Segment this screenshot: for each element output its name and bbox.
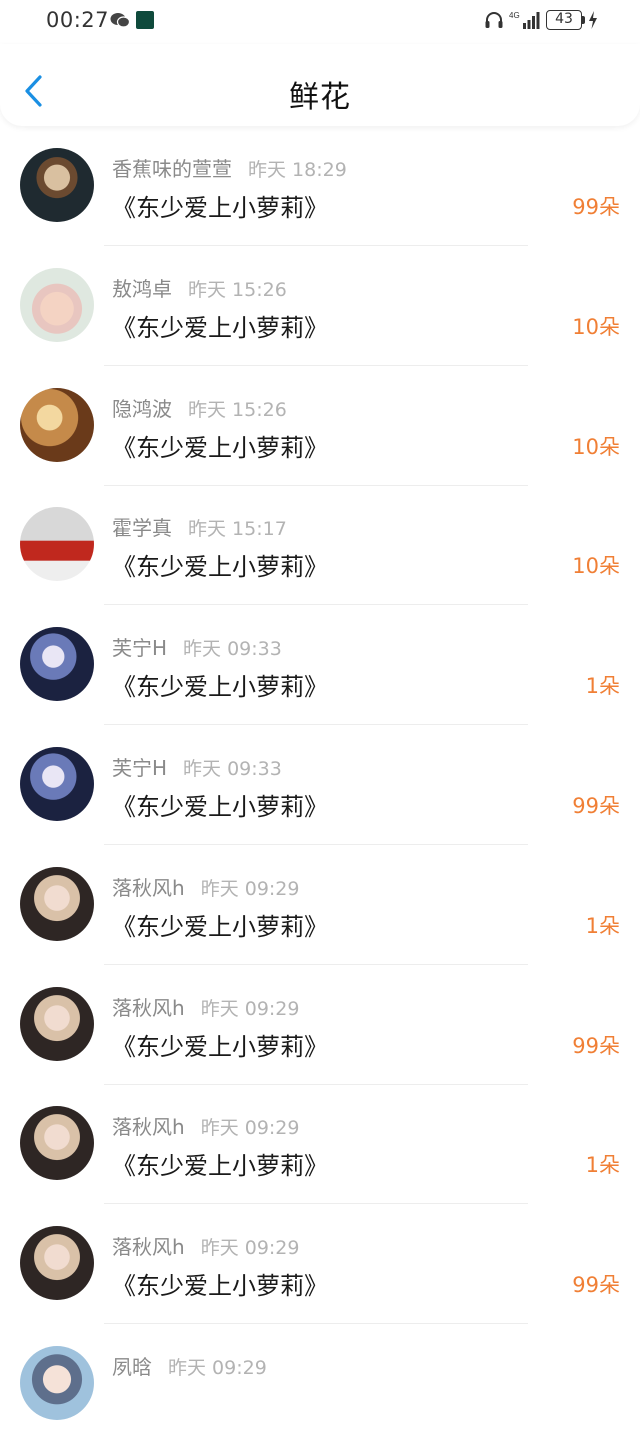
list-item[interactable]: 夙晗 昨天 09:29: [0, 1324, 640, 1444]
user-name[interactable]: 香蕉味的萱萱: [112, 157, 232, 181]
user-line: 香蕉味的萱萱 昨天 18:29: [112, 153, 347, 182]
avatar[interactable]: [20, 148, 94, 222]
wechat-icon: [110, 13, 130, 28]
flower-count: 10朵: [572, 314, 620, 339]
work-title: 《东少爱上小萝莉》: [112, 912, 328, 941]
avatar[interactable]: [20, 507, 94, 582]
user-name[interactable]: 夙晗: [112, 1355, 152, 1379]
user-line: 落秋风h 昨天 09:29: [112, 872, 299, 901]
nav-bar: 鲜花: [0, 44, 640, 126]
list-item[interactable]: 霍学真 昨天 15:17 《东少爱上小萝莉》 10朵: [0, 485, 640, 606]
network-label: 4G: [509, 11, 520, 20]
list-item[interactable]: 落秋风h 昨天 09:29 《东少爱上小萝莉》 1朵: [0, 845, 640, 965]
user-name[interactable]: 敖鸿卓: [112, 277, 172, 301]
list-item[interactable]: 落秋风h 昨天 09:29 《东少爱上小萝莉》 99朵: [0, 965, 640, 1085]
list-item[interactable]: 香蕉味的萱萱 昨天 18:29 《东少爱上小萝莉》 99朵: [0, 126, 640, 246]
user-name[interactable]: 落秋风h: [112, 1235, 185, 1259]
gift-time: 昨天 15:26: [188, 278, 287, 301]
status-time: 00:27: [46, 8, 110, 32]
gift-time: 昨天 15:26: [188, 398, 287, 421]
flower-count: 1朵: [585, 1153, 620, 1178]
gift-time: 昨天 09:29: [168, 1356, 267, 1379]
flower-count: 10朵: [572, 554, 620, 579]
user-name[interactable]: 芙宁H: [112, 756, 167, 780]
user-name[interactable]: 隐鸿波: [112, 397, 172, 421]
flower-count: 99朵: [572, 195, 620, 219]
app-icon: [136, 11, 154, 29]
work-title: 《东少爱上小萝莉》: [112, 1272, 328, 1301]
list-item[interactable]: 芙宁H 昨天 09:33 《东少爱上小萝莉》 1朵: [0, 605, 640, 726]
work-title: 《东少爱上小萝莉》: [112, 194, 328, 222]
work-title: 《东少爱上小萝莉》: [112, 433, 328, 462]
user-line: 霍学真 昨天 15:17: [112, 512, 287, 541]
user-name[interactable]: 霍学真: [112, 516, 172, 540]
work-title: 《东少爱上小萝莉》: [112, 673, 328, 702]
work-title: 《东少爱上小萝莉》: [112, 792, 328, 821]
battery-tip: [582, 16, 585, 24]
gift-time: 昨天 09:33: [183, 638, 282, 661]
flower-list: 香蕉味的萱萱 昨天 18:29 《东少爱上小萝莉》 99朵 敖鸿卓 昨天 15:26 《东少…: [0, 126, 640, 1444]
charging-icon: [589, 11, 597, 29]
status-bar: 00:27 4G 43: [0, 0, 640, 44]
user-name[interactable]: 落秋风h: [112, 996, 185, 1020]
gift-time: 昨天 09:33: [183, 757, 282, 780]
battery-icon: 43: [546, 10, 582, 30]
avatar[interactable]: [20, 267, 94, 342]
avatar[interactable]: [20, 1345, 94, 1420]
list-item[interactable]: 敖鸿卓 昨天 15:26 《东少爱上小萝莉》 10朵: [0, 246, 640, 366]
work-title: 《东少爱上小萝莉》: [112, 313, 328, 342]
avatar[interactable]: [20, 866, 94, 941]
headphone-icon: [485, 12, 503, 28]
user-line: 芙宁H 昨天 09:33: [112, 752, 282, 781]
flower-count: 99朵: [572, 793, 620, 818]
gift-time: 昨天 09:29: [200, 877, 300, 900]
gift-time: 昨天 15:17: [188, 518, 287, 541]
page-title: 鲜花: [289, 80, 351, 115]
gift-time: 昨天 09:29: [200, 1117, 300, 1140]
list-item[interactable]: 隐鸿波 昨天 15:26 《东少爱上小萝莉》 10朵: [0, 366, 640, 486]
flower-count: 10朵: [572, 434, 620, 459]
avatar[interactable]: [20, 986, 94, 1061]
list-item[interactable]: 落秋风h 昨天 09:29 《东少爱上小萝莉》 1朵: [0, 1084, 640, 1205]
user-name[interactable]: 芙宁H: [112, 636, 167, 660]
user-line: 落秋风h 昨天 09:29: [112, 1231, 299, 1260]
work-title: 《东少爱上小萝莉》: [112, 1152, 328, 1181]
gift-time: 昨天 09:29: [200, 997, 300, 1020]
list-item[interactable]: 芙宁H 昨天 09:33 《东少爱上小萝莉》 99朵: [0, 725, 640, 845]
flower-count: 99朵: [572, 1273, 620, 1298]
work-title: 《东少爱上小萝莉》: [112, 1032, 328, 1061]
work-title: 《东少爱上小萝莉》: [112, 553, 328, 582]
user-name[interactable]: 落秋风h: [112, 876, 185, 900]
signal-icon: 4G: [509, 11, 540, 29]
user-line: 落秋风h 昨天 09:29: [112, 992, 299, 1021]
avatar[interactable]: [20, 627, 94, 702]
user-line: 敖鸿卓 昨天 15:26: [112, 273, 287, 302]
gift-time: 昨天 09:29: [200, 1237, 300, 1260]
flower-count: 99朵: [572, 1033, 620, 1058]
flower-count: 1朵: [585, 674, 620, 699]
avatar[interactable]: [20, 746, 94, 821]
user-line: 夙晗 昨天 09:29: [112, 1351, 267, 1380]
user-name[interactable]: 落秋风h: [112, 1115, 185, 1139]
user-line: 芙宁H 昨天 09:33: [112, 632, 282, 661]
list-item[interactable]: 落秋风h 昨天 09:29 《东少爱上小萝莉》 99朵: [0, 1204, 640, 1325]
user-line: 落秋风h 昨天 09:29: [112, 1111, 299, 1140]
avatar[interactable]: [20, 1226, 94, 1301]
flower-count: 1朵: [585, 913, 620, 938]
gift-time: 昨天 18:29: [248, 159, 347, 181]
user-line: 隐鸿波 昨天 15:26: [112, 393, 287, 422]
avatar[interactable]: [20, 387, 94, 462]
avatar[interactable]: [20, 1106, 94, 1181]
